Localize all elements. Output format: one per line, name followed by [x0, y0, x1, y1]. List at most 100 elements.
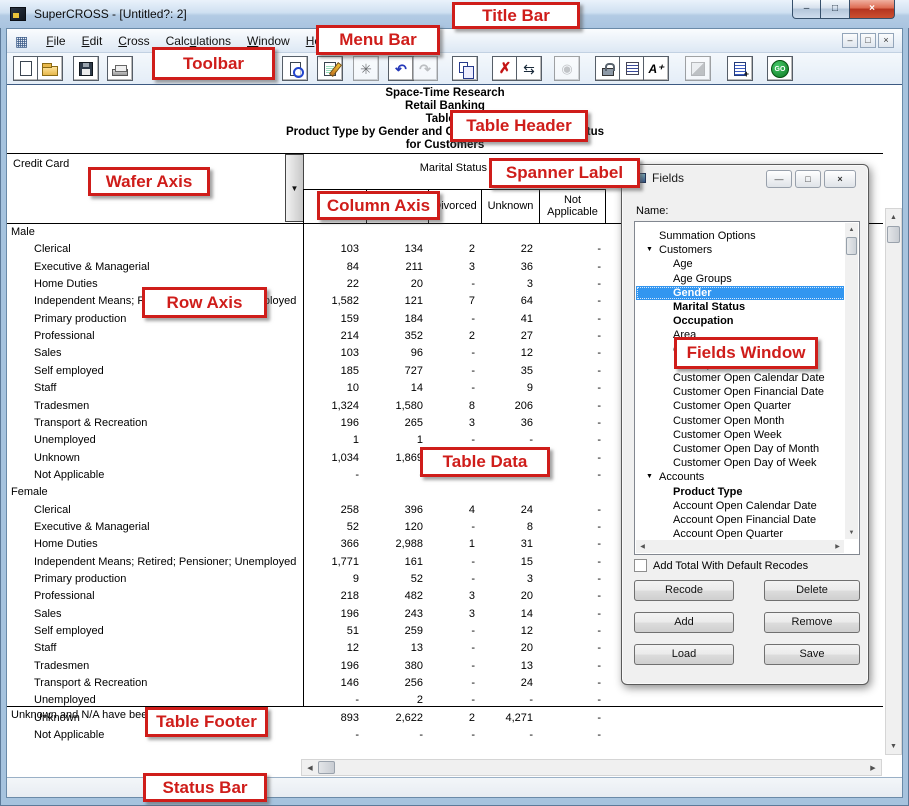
- field-item-customer-open-quarter[interactable]: Customer Open Quarter: [636, 399, 844, 413]
- derivations-button[interactable]: ✳: [353, 56, 379, 81]
- table-row[interactable]: Sales196243314-: [7, 608, 607, 625]
- new-button[interactable]: [13, 56, 39, 81]
- scroll-up-arrow[interactable]: ▲: [845, 223, 858, 236]
- table-row[interactable]: Staff1213-20-: [7, 642, 607, 659]
- table-row[interactable]: Transport & Recreation196265336-: [7, 417, 607, 434]
- wafer-axis-label[interactable]: Credit Card: [13, 158, 69, 170]
- field-item-age[interactable]: Age: [636, 257, 844, 271]
- load-button[interactable]: Load: [634, 644, 734, 665]
- table-row[interactable]: Self employed185727-35-: [7, 365, 607, 382]
- undo-button[interactable]: ↶: [388, 56, 414, 81]
- tree-collapse-icon[interactable]: ▼: [646, 243, 653, 257]
- fields-vertical-scrollbar[interactable]: ▲ ▼: [845, 223, 858, 539]
- rotate-table-button[interactable]: ⇆: [516, 56, 542, 81]
- table-row[interactable]: Female: [7, 486, 607, 503]
- scroll-up-arrow[interactable]: ▲: [886, 209, 901, 225]
- maximize-button[interactable]: □: [821, 0, 849, 19]
- table-row[interactable]: Executive & Managerial52120-8-: [7, 521, 607, 538]
- save-button[interactable]: [73, 56, 99, 81]
- field-item-customer-open-day-of-month[interactable]: Customer Open Day of Month: [636, 442, 844, 456]
- field-item-account-open-financial-date[interactable]: Account Open Financial Date: [636, 513, 844, 527]
- table-row[interactable]: Independent Means; Retired; Pensioner; U…: [7, 556, 607, 573]
- column-header[interactable]: Not Applicable: [539, 189, 606, 223]
- fields-maximize-button[interactable]: □: [795, 170, 821, 188]
- menu-cross[interactable]: Cross: [110, 31, 157, 51]
- remove-button[interactable]: Remove: [764, 612, 860, 633]
- add-button[interactable]: Add: [634, 612, 734, 633]
- field-item-product-type[interactable]: Product Type: [636, 485, 844, 499]
- vertical-scrollbar[interactable]: ▲ ▼: [885, 208, 902, 755]
- table-row[interactable]: Staff1014-9-: [7, 382, 607, 399]
- go-button[interactable]: GO: [767, 56, 793, 81]
- target-button[interactable]: ◉: [554, 56, 580, 81]
- table-row[interactable]: Executive & Managerial84211336-: [7, 261, 607, 278]
- lock-button[interactable]: [595, 56, 621, 81]
- table-row[interactable]: Professional214352227-: [7, 330, 607, 347]
- field-item-account-open-quarter[interactable]: Account Open Quarter: [636, 527, 844, 539]
- table-row[interactable]: Transport & Recreation146256-24-: [7, 677, 607, 694]
- horizontal-scrollbar[interactable]: ◀ ▶: [301, 759, 882, 776]
- print-preview-button[interactable]: [282, 56, 308, 81]
- mdi-restore-button[interactable]: □: [860, 33, 876, 48]
- fields-close-button[interactable]: ×: [824, 170, 856, 188]
- print-button[interactable]: [107, 56, 133, 81]
- field-item-gender[interactable]: Gender: [636, 286, 844, 300]
- edit-table-button[interactable]: [317, 56, 343, 81]
- fields-horizontal-scrollbar[interactable]: ◀ ▶: [636, 540, 844, 553]
- recode-list-button[interactable]: [619, 56, 645, 81]
- column-header[interactable]: Unknown: [481, 189, 539, 223]
- field-item-customer-open-calendar-date[interactable]: Customer Open Calendar Date: [636, 371, 844, 385]
- spanner-label[interactable]: Marital Status: [303, 162, 487, 174]
- delete-button[interactable]: Delete: [764, 580, 860, 601]
- table-row[interactable]: Not Applicable-----: [7, 729, 607, 746]
- scroll-left-arrow[interactable]: ◀: [302, 760, 318, 775]
- recode-button[interactable]: Recode: [634, 580, 734, 601]
- horizontal-scroll-track[interactable]: [335, 760, 865, 775]
- menu-file[interactable]: File: [38, 31, 73, 51]
- table-row[interactable]: Self employed51259-12-: [7, 625, 607, 642]
- minimize-button[interactable]: –: [792, 0, 821, 19]
- table-row[interactable]: Male: [7, 226, 607, 243]
- table-row[interactable]: Independent Means; Retired; Pensioner; U…: [7, 295, 607, 312]
- add-annotation-button[interactable]: [727, 56, 753, 81]
- table-row[interactable]: Home Duties2220-3-: [7, 278, 607, 295]
- copy-button[interactable]: [452, 56, 478, 81]
- scroll-right-arrow[interactable]: ▶: [831, 540, 844, 553]
- field-item-occupation[interactable]: Occupation: [636, 314, 844, 328]
- close-button[interactable]: ×: [849, 0, 895, 19]
- scroll-left-arrow[interactable]: ◀: [636, 540, 649, 553]
- field-item-account-open-calendar-date[interactable]: Account Open Calendar Date: [636, 499, 844, 513]
- mdi-minimize-button[interactable]: –: [842, 33, 858, 48]
- font-increase-button[interactable]: A⁺: [643, 56, 669, 81]
- field-item-customer-open-week[interactable]: Customer Open Week: [636, 428, 844, 442]
- field-item-customer-open-month[interactable]: Customer Open Month: [636, 414, 844, 428]
- table-row[interactable]: Tradesmen196380-13-: [7, 660, 607, 677]
- table-row[interactable]: Clerical258396424-: [7, 504, 607, 521]
- vertical-scroll-thumb[interactable]: [887, 226, 900, 243]
- redo-button[interactable]: ↷: [412, 56, 438, 81]
- scroll-down-arrow[interactable]: ▼: [886, 738, 901, 754]
- fields-minimize-button[interactable]: —: [766, 170, 792, 188]
- table-row[interactable]: Sales10396-12-: [7, 347, 607, 364]
- field-item-accounts[interactable]: ▼Accounts: [636, 470, 844, 484]
- save-button[interactable]: Save: [764, 644, 860, 665]
- field-item-summation-options[interactable]: Summation Options: [636, 229, 844, 243]
- add-total-checkbox[interactable]: [634, 559, 647, 572]
- field-item-customers[interactable]: ▼Customers: [636, 243, 844, 257]
- table-row[interactable]: Tradesmen1,3241,5808206-: [7, 400, 607, 417]
- table-row[interactable]: Home Duties3662,988131-: [7, 538, 607, 555]
- wafer-dropdown-button[interactable]: ▼: [285, 154, 304, 222]
- delete-table-button[interactable]: ✗: [492, 56, 518, 81]
- open-button[interactable]: [37, 56, 63, 81]
- tree-collapse-icon[interactable]: ▼: [646, 470, 653, 484]
- field-item-customer-open-financial-date[interactable]: Customer Open Financial Date: [636, 385, 844, 399]
- table-row[interactable]: Clerical103134222-: [7, 243, 607, 260]
- field-item-age-groups[interactable]: Age Groups: [636, 272, 844, 286]
- field-item-customer-open-day-of-week[interactable]: Customer Open Day of Week: [636, 456, 844, 470]
- table-row[interactable]: Primary production159184-41-: [7, 313, 607, 330]
- fields-scroll-thumb[interactable]: [846, 237, 857, 255]
- menu-edit[interactable]: Edit: [74, 31, 111, 51]
- mdi-close-button[interactable]: ×: [878, 33, 894, 48]
- scroll-down-arrow[interactable]: ▼: [845, 526, 858, 539]
- shade-button[interactable]: [685, 56, 711, 81]
